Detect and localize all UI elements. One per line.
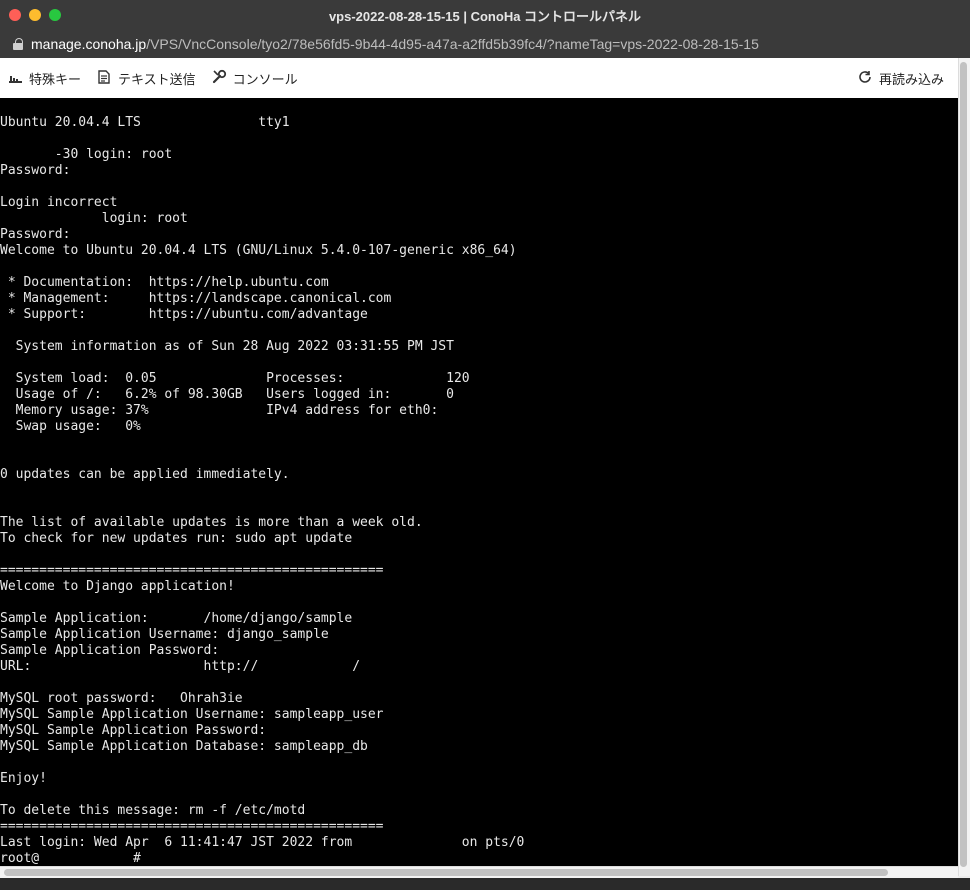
terminal-line: The list of available updates is more th… [0, 515, 423, 530]
terminal-output: Ubuntu 20.04.4 LTS tty1 -30 login: root P… [0, 98, 958, 866]
terminal-line: root@ # [0, 851, 141, 866]
terminal-line: Ubuntu 20.04.4 LTS tty1 [0, 115, 290, 130]
terminal-line: MySQL Sample Application Username: sampl… [0, 707, 384, 722]
console-button[interactable]: コンソール [204, 58, 306, 98]
minimize-window-button[interactable] [29, 9, 41, 21]
address-bar[interactable]: manage.conoha.jp /VPS/VncConsole/tyo2/78… [0, 30, 970, 58]
terminal-line: MySQL root password: Ohrah3ie [0, 691, 243, 706]
send-text-button[interactable]: テキスト送信 [89, 58, 204, 98]
terminal-line: * Support: https://ubuntu.com/advantage [0, 307, 368, 322]
terminal-line: login: root [0, 211, 188, 226]
terminal-line: Usage of /: 6.2% of 98.30GB Users logged… [0, 387, 454, 402]
terminal-line: * Documentation: https://help.ubuntu.com [0, 275, 329, 290]
terminal-line: Sample Application Username: django_samp… [0, 627, 329, 642]
refresh-icon [858, 70, 872, 87]
terminal-line: ========================================… [0, 563, 384, 578]
terminal-line: Password: [0, 227, 71, 242]
terminal-line: Enjoy! [0, 771, 47, 786]
terminal-line: Memory usage: 37% IPv4 address for eth0: [0, 403, 439, 418]
vnc-console-screen[interactable]: Ubuntu 20.04.4 LTS tty1 -30 login: root P… [0, 98, 958, 866]
terminal-line: Welcome to Django application! [0, 579, 235, 594]
close-window-button[interactable] [9, 9, 21, 21]
terminal-line: To delete this message: rm -f /etc/motd [0, 803, 306, 818]
document-icon [97, 69, 111, 87]
wrench-icon [212, 69, 226, 87]
reload-label: 再読み込み [878, 71, 944, 87]
lock-icon [13, 38, 23, 50]
terminal-line: MySQL Sample Application Database: sampl… [0, 739, 368, 754]
terminal-line: Password: [0, 163, 71, 178]
bottom-edge [0, 878, 970, 890]
browser-window: vps-2022-08-28-15-15 | ConoHa コントロールパネル … [0, 0, 970, 890]
reload-button[interactable]: 再読み込み [850, 58, 958, 98]
url-path: /VPS/VncConsole/tyo2/78e56fd5-9b44-4d95-… [146, 36, 759, 52]
terminal-line: URL: http:// / [0, 659, 361, 674]
horizontal-scrollbar-thumb[interactable] [4, 869, 888, 876]
special-keys-button[interactable]: 特殊キー [0, 58, 89, 98]
console-toolbar: 特殊キー テキスト送信 コンソール 再読み込み [0, 58, 958, 99]
terminal-line: Welcome to Ubuntu 20.04.4 LTS (GNU/Linux… [0, 243, 517, 258]
terminal-line: * Management: https://landscape.canonica… [0, 291, 392, 306]
url-host: manage.conoha.jp [31, 36, 147, 52]
terminal-line: Swap usage: 0% [0, 419, 141, 434]
console-label: コンソール [232, 71, 298, 87]
terminal-line: Sample Application Password: [0, 643, 220, 658]
send-text-label: テキスト送信 [118, 71, 196, 87]
terminal-line: Sample Application: /home/django/sample [0, 611, 353, 626]
terminal-line: System load: 0.05 Processes: 120 [0, 371, 470, 386]
vertical-scrollbar-thumb[interactable] [960, 62, 967, 867]
maximize-window-button[interactable] [49, 9, 61, 21]
terminal-line: MySQL Sample Application Password: [0, 723, 267, 738]
terminal-line: 0 updates can be applied immediately. [0, 467, 290, 482]
special-keys-label: 特殊キー [29, 71, 82, 87]
terminal-line: Login incorrect [0, 195, 118, 210]
window-controls [9, 9, 61, 21]
terminal-line: ========================================… [0, 819, 384, 834]
terminal-line: Last login: Wed Apr 6 11:41:47 JST 2022 … [0, 835, 525, 850]
window-title: vps-2022-08-28-15-15 | ConoHa コントロールパネル [328, 8, 642, 24]
terminal-line: To check for new updates run: sudo apt u… [0, 531, 353, 546]
terminal-line: -30 login: root [0, 147, 173, 162]
title-bar: vps-2022-08-28-15-15 | ConoHa コントロールパネル [0, 0, 970, 30]
bar-chart-icon [8, 70, 22, 86]
terminal-line: System information as of Sun 28 Aug 2022… [0, 339, 454, 354]
